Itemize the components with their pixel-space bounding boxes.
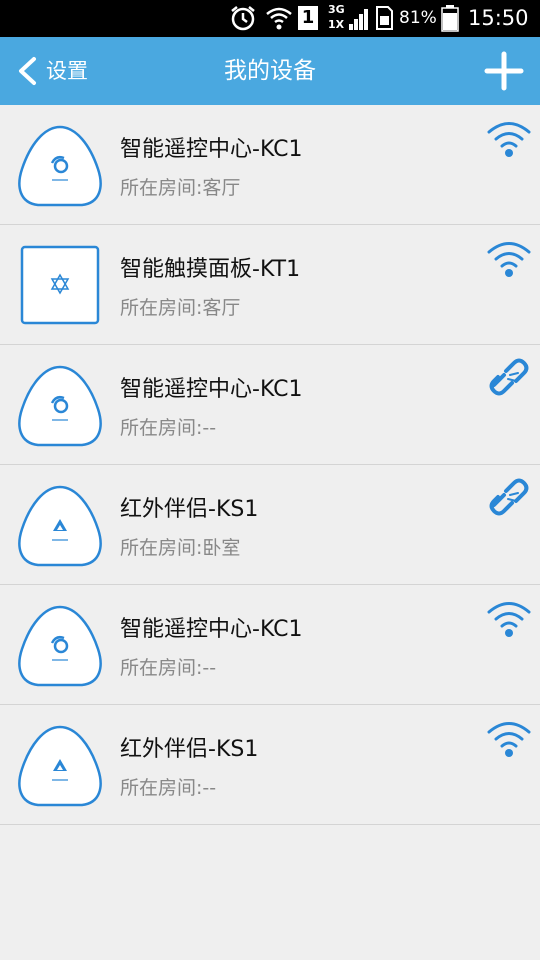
device-name: 智能遥控中心-KC1 (120, 377, 303, 402)
device-row[interactable]: 红外伴侣-KS1 所在房间:卧室 (0, 465, 540, 585)
broken-link-icon (489, 478, 529, 516)
network-type-bottom: 1X (328, 18, 345, 31)
chevron-left-icon (19, 57, 36, 85)
device-list: 智能遥控中心-KC1 所在房间:客厅 智能触摸面板-KT1 所在房间:客厅 智能… (0, 105, 540, 825)
wifi-icon (487, 722, 531, 757)
device-room: 所在房间:-- (120, 657, 217, 679)
battery-percent: 81% (399, 8, 437, 28)
signal-icon (349, 9, 368, 30)
device-name: 智能遥控中心-KC1 (120, 137, 303, 162)
battery-icon (441, 5, 459, 32)
status-bar: 1 3G 1X 81% 15:50 (0, 0, 540, 37)
storage-icon (376, 6, 393, 30)
device-row[interactable]: 智能触摸面板-KT1 所在房间:客厅 (0, 225, 540, 345)
device-room: 所在房间:客厅 (120, 177, 241, 199)
device-room: 所在房间:-- (120, 777, 217, 799)
wifi-icon (487, 602, 531, 637)
wifi-status-icon (266, 7, 292, 30)
device-row[interactable]: 智能遥控中心-KC1 所在房间:客厅 (0, 105, 540, 225)
alarm-icon (231, 6, 255, 31)
remote-hub-image (18, 485, 102, 567)
device-room: 所在房间:-- (120, 417, 217, 439)
clock: 15:50 (468, 6, 529, 30)
plus-icon (484, 51, 524, 91)
remote-hub-image (18, 125, 102, 207)
remote-hub-image (18, 365, 102, 447)
wifi-icon (487, 122, 531, 157)
back-label: 设置 (46, 59, 88, 83)
device-name: 红外伴侣-KS1 (120, 497, 259, 522)
device-row[interactable]: 智能遥控中心-KC1 所在房间:-- (0, 345, 540, 465)
device-room: 所在房间:客厅 (120, 297, 241, 319)
wifi-icon (487, 242, 531, 277)
remote-hub-image (18, 725, 102, 807)
device-row[interactable]: 红外伴侣-KS1 所在房间:-- (0, 705, 540, 825)
broken-link-icon (489, 358, 529, 396)
app-bar: 我的设备 设置 (0, 37, 540, 105)
touch-panel-image (20, 245, 100, 325)
device-name: 红外伴侣-KS1 (120, 737, 259, 762)
back-button[interactable]: 设置 (10, 37, 110, 105)
device-row[interactable]: 智能遥控中心-KC1 所在房间:-- (0, 585, 540, 705)
network-type-top: 3G (328, 3, 345, 16)
sim-slot-badge: 1 (298, 6, 318, 30)
remote-hub-image (18, 605, 102, 687)
device-name: 智能遥控中心-KC1 (120, 617, 303, 642)
device-room: 所在房间:卧室 (120, 537, 241, 559)
add-device-button[interactable] (482, 49, 526, 93)
device-name: 智能触摸面板-KT1 (120, 257, 301, 282)
